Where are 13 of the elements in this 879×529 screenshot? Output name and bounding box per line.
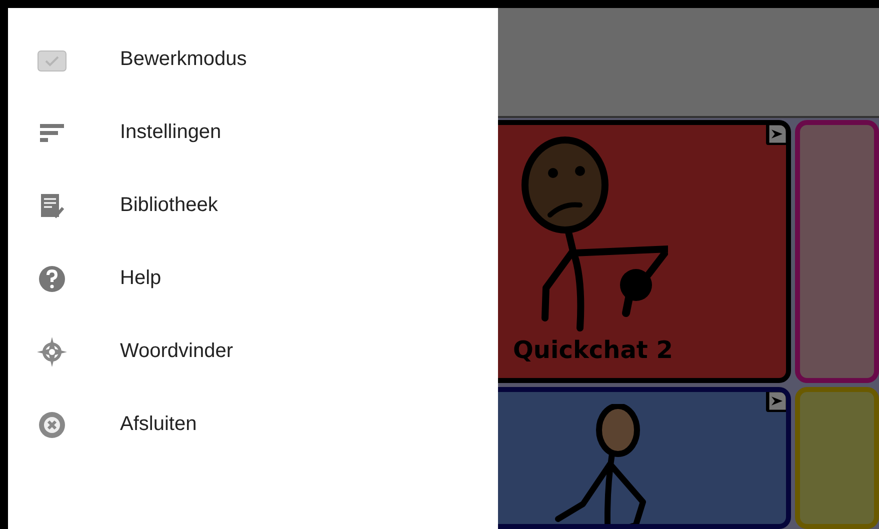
- menu-item[interactable]: Woordvinder: [8, 315, 498, 388]
- compass-icon: [36, 336, 68, 368]
- arrow-corner-icon: [766, 392, 786, 412]
- menu-item[interactable]: Instellingen: [8, 96, 498, 169]
- symbol-tile[interactable]: [795, 387, 879, 529]
- menu-item[interactable]: Bewerkmodus: [8, 23, 498, 96]
- symbol-tile[interactable]: [795, 120, 879, 383]
- tile-label: Quickchat 2: [513, 336, 673, 364]
- menu-item[interactable]: Bibliotheek: [8, 169, 498, 242]
- menu-item[interactable]: Afsluiten: [8, 388, 498, 461]
- symbol-tile[interactable]: [498, 387, 791, 529]
- menu-item[interactable]: Help: [8, 242, 498, 315]
- arrow-corner-icon: [766, 125, 786, 145]
